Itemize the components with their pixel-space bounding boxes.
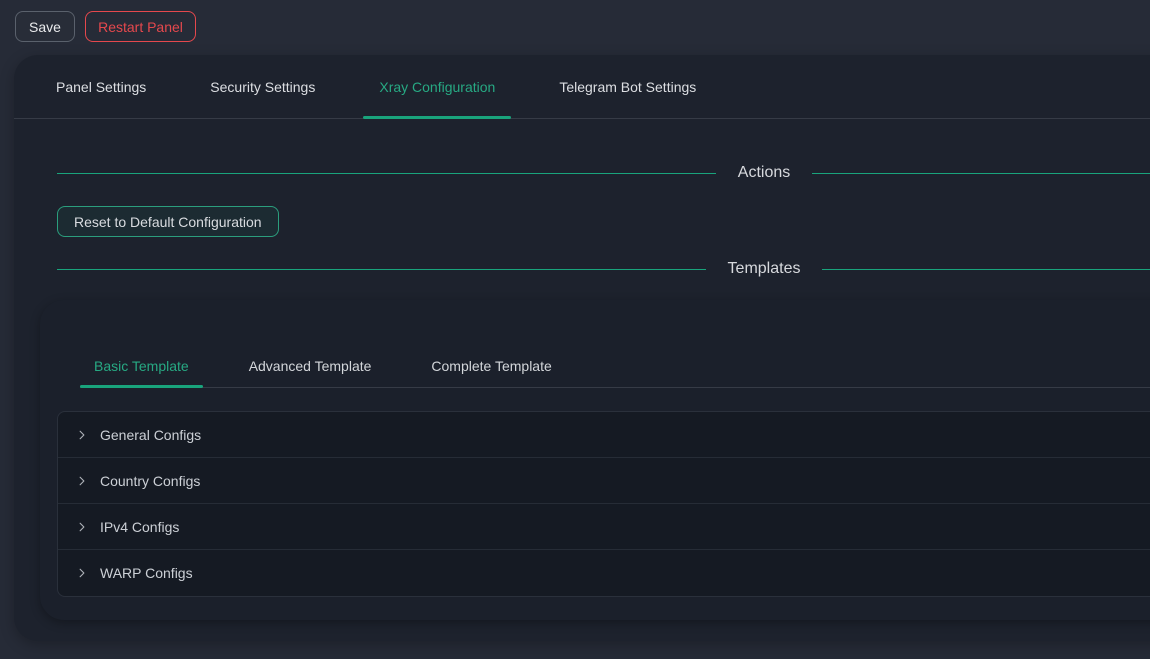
collapse-label: IPv4 Configs	[100, 519, 179, 535]
divider-line	[57, 173, 716, 174]
tab-panel-settings[interactable]: Panel Settings	[40, 55, 162, 118]
collapse-header-warp-configs[interactable]: WARP Configs	[58, 550, 1150, 596]
configs-collapse: General Configs Country Configs	[57, 411, 1150, 597]
restart-panel-button[interactable]: Restart Panel	[85, 11, 196, 42]
topbar: Save Restart Panel	[0, 0, 1150, 55]
template-tabs: Basic Template Advanced Template Complet…	[80, 346, 1150, 388]
tab-telegram-bot-settings[interactable]: Telegram Bot Settings	[543, 55, 712, 118]
collapse-label: General Configs	[100, 427, 201, 443]
templates-divider-label: Templates	[706, 260, 823, 278]
divider-line	[812, 173, 1150, 174]
divider-line	[822, 269, 1150, 270]
collapse-header-general-configs[interactable]: General Configs	[58, 412, 1150, 458]
chevron-right-icon	[76, 429, 88, 441]
main-tabs: Panel Settings Security Settings Xray Co…	[14, 55, 1150, 119]
chevron-right-icon	[76, 521, 88, 533]
settings-card: Panel Settings Security Settings Xray Co…	[14, 55, 1150, 641]
divider-line	[57, 269, 706, 270]
actions-section: Reset to Default Configuration	[57, 206, 1150, 237]
reset-default-configuration-button[interactable]: Reset to Default Configuration	[57, 206, 279, 237]
tab-advanced-template[interactable]: Advanced Template	[235, 346, 386, 387]
templates-card: Basic Template Advanced Template Complet…	[40, 300, 1150, 620]
templates-divider: Templates	[57, 259, 1150, 279]
collapse-header-ipv4-configs[interactable]: IPv4 Configs	[58, 504, 1150, 550]
save-button[interactable]: Save	[15, 11, 75, 42]
xray-configuration-panel: Actions Reset to Default Configuration T…	[14, 163, 1150, 620]
tab-complete-template[interactable]: Complete Template	[417, 346, 565, 387]
actions-divider: Actions	[57, 163, 1150, 183]
tab-basic-template[interactable]: Basic Template	[80, 346, 203, 387]
actions-divider-label: Actions	[716, 164, 812, 182]
chevron-right-icon	[76, 567, 88, 579]
collapse-label: WARP Configs	[100, 565, 193, 581]
collapse-header-country-configs[interactable]: Country Configs	[58, 458, 1150, 504]
tab-security-settings[interactable]: Security Settings	[194, 55, 331, 118]
collapse-label: Country Configs	[100, 473, 200, 489]
tab-xray-configuration[interactable]: Xray Configuration	[363, 55, 511, 118]
chevron-right-icon	[76, 475, 88, 487]
